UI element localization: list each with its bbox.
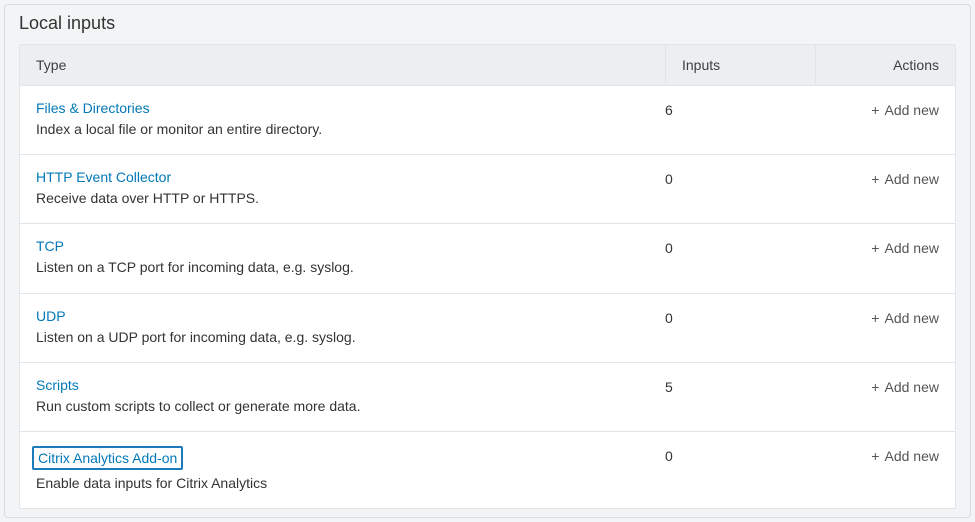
- cell-actions: + Add new: [799, 169, 939, 189]
- add-new-label: Add new: [881, 379, 939, 395]
- table-row: TCP Listen on a TCP port for incoming dat…: [20, 224, 955, 293]
- cell-inputs-count: 0: [649, 446, 799, 464]
- plus-icon: +: [871, 379, 879, 395]
- cell-actions: + Add new: [799, 308, 939, 328]
- input-type-link[interactable]: Citrix Analytics Add-on: [32, 446, 183, 470]
- input-type-link[interactable]: HTTP Event Collector: [36, 169, 171, 185]
- plus-icon: +: [871, 102, 879, 118]
- cell-type: Citrix Analytics Add-onEnable data input…: [36, 446, 649, 492]
- cell-type: TCP Listen on a TCP port for incoming dat…: [36, 238, 649, 276]
- table-row: UDP Listen on a UDP port for incoming dat…: [20, 294, 955, 363]
- add-new-button[interactable]: + Add new: [871, 310, 939, 326]
- add-new-button[interactable]: + Add new: [871, 240, 939, 256]
- cell-inputs-count: 0: [649, 169, 799, 187]
- add-new-label: Add new: [881, 448, 939, 464]
- cell-type: UDP Listen on a UDP port for incoming dat…: [36, 308, 649, 346]
- add-new-button[interactable]: + Add new: [871, 448, 939, 464]
- header-inputs: Inputs: [665, 45, 815, 85]
- plus-icon: +: [871, 310, 879, 326]
- add-new-button[interactable]: + Add new: [871, 102, 939, 118]
- plus-icon: +: [871, 448, 879, 464]
- add-new-label: Add new: [881, 310, 939, 326]
- cell-actions: + Add new: [799, 446, 939, 466]
- add-new-label: Add new: [881, 102, 939, 118]
- table-row: Files & Directories Index a local file or…: [20, 86, 955, 155]
- cell-type: HTTP Event Collector Receive data over HT…: [36, 169, 649, 207]
- add-new-label: Add new: [881, 171, 939, 187]
- cell-actions: + Add new: [799, 377, 939, 397]
- add-new-label: Add new: [881, 240, 939, 256]
- add-new-button[interactable]: + Add new: [871, 171, 939, 187]
- input-type-description: Listen on a UDP port for incoming data, …: [36, 328, 649, 346]
- inputs-table: Type Inputs Actions Files & Directories I…: [19, 44, 956, 509]
- add-new-button[interactable]: + Add new: [871, 379, 939, 395]
- input-type-link[interactable]: UDP: [36, 308, 66, 324]
- input-type-description: Run custom scripts to collect or generat…: [36, 397, 649, 415]
- panel-title: Local inputs: [5, 5, 970, 44]
- cell-actions: + Add new: [799, 100, 939, 120]
- cell-inputs-count: 6: [649, 100, 799, 118]
- local-inputs-panel: Local inputs Type Inputs Actions Files &…: [4, 4, 971, 518]
- input-type-link[interactable]: TCP: [36, 238, 64, 254]
- input-type-description: Receive data over HTTP or HTTPS.: [36, 189, 649, 207]
- table-header-row: Type Inputs Actions: [20, 45, 955, 86]
- cell-inputs-count: 0: [649, 238, 799, 256]
- table-row: HTTP Event Collector Receive data over HT…: [20, 155, 955, 224]
- cell-inputs-count: 0: [649, 308, 799, 326]
- input-type-link[interactable]: Files & Directories: [36, 100, 150, 116]
- cell-type: Scripts Run custom scripts to collect or …: [36, 377, 649, 415]
- input-type-description: Enable data inputs for Citrix Analytics: [36, 474, 649, 492]
- cell-actions: + Add new: [799, 238, 939, 258]
- input-type-link[interactable]: Scripts: [36, 377, 79, 393]
- cell-inputs-count: 5: [649, 377, 799, 395]
- header-type: Type: [20, 45, 665, 85]
- input-type-description: Listen on a TCP port for incoming data, …: [36, 258, 649, 276]
- table-row: Citrix Analytics Add-on Enable data input…: [20, 432, 955, 508]
- table-row: Scripts Run custom scripts to collect or …: [20, 363, 955, 432]
- input-type-description: Index a local file or monitor an entire …: [36, 120, 649, 138]
- plus-icon: +: [871, 171, 879, 187]
- cell-type: Files & Directories Index a local file or…: [36, 100, 649, 138]
- header-actions: Actions: [815, 45, 955, 85]
- plus-icon: +: [871, 240, 879, 256]
